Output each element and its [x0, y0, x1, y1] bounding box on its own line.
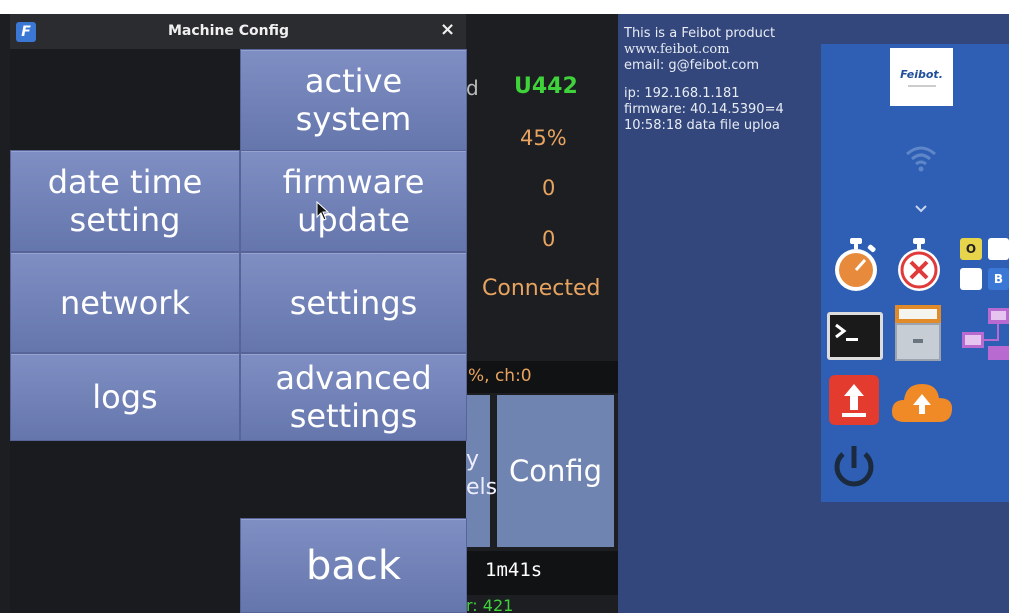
advanced-label-1: advanced — [275, 359, 432, 397]
advanced-settings-button[interactable]: advanced settings — [240, 353, 467, 441]
label-fragment: d — [466, 76, 479, 100]
dialog-title: Machine Config — [168, 23, 290, 39]
active-system-button[interactable]: active system — [240, 49, 467, 151]
info-firmware: firmware: 40.14.5390=4 — [624, 102, 784, 117]
elapsed-time: 1m41s — [485, 559, 543, 581]
mouse-cursor-icon — [316, 201, 330, 221]
active-system-label-1: active — [304, 62, 403, 100]
advanced-label-2: settings — [289, 397, 418, 435]
info-website: www.feibot.com — [624, 42, 730, 57]
logo-text: Feibot. — [900, 67, 943, 81]
config-button[interactable]: Config — [497, 395, 614, 547]
network-computers-icon[interactable] — [958, 306, 1009, 364]
stop-timer-icon[interactable] — [890, 236, 948, 294]
logo-underline — [907, 84, 936, 87]
partial-button-label-line1: y — [466, 447, 480, 472]
stopwatch-icon[interactable] — [827, 236, 885, 294]
close-button[interactable]: × — [440, 19, 455, 40]
terminal-icon[interactable] — [826, 311, 884, 361]
info-upload-log: 10:58:18 data file uploa — [624, 118, 780, 133]
power-icon[interactable] — [827, 440, 881, 494]
blank-key-icon-2[interactable] — [960, 268, 982, 290]
status-bar-text: %, ch:0 — [468, 366, 532, 386]
wifi-icon[interactable] — [901, 138, 941, 178]
info-ip: ip: 192.168.1.181 — [624, 86, 740, 101]
machine-id-value: U442 — [514, 74, 578, 99]
network-button[interactable]: network — [10, 252, 240, 353]
o-key-icon[interactable]: O — [960, 238, 982, 260]
cloud-upload-icon[interactable] — [889, 378, 955, 426]
date-time-setting-button[interactable]: date time setting — [10, 150, 240, 252]
product-info: This is a Feibot product www.feibot.com … — [624, 26, 784, 134]
feibot-logo: Feibot. — [890, 48, 953, 106]
file-cabinet-icon[interactable] — [893, 303, 943, 363]
blank-key-icon[interactable] — [988, 238, 1009, 260]
count-value-b: 0 — [542, 227, 556, 251]
app-logo-icon: F — [16, 22, 36, 42]
connection-status: Connected — [482, 276, 601, 301]
chevron-down-icon[interactable] — [914, 204, 928, 214]
date-time-label-2: setting — [69, 201, 181, 239]
count-value-a: 0 — [542, 176, 556, 200]
firmware-label-2: update — [297, 201, 410, 239]
percent-value: 45% — [520, 126, 567, 150]
upload-icon[interactable] — [828, 374, 880, 426]
active-system-label-2: system — [295, 100, 412, 138]
firmware-update-button[interactable]: firmware update — [240, 150, 467, 252]
firmware-label-1: firmware — [282, 163, 425, 201]
back-button[interactable]: back — [240, 518, 467, 613]
settings-button[interactable]: settings — [240, 252, 467, 353]
partial-button-label-line2: els — [466, 475, 498, 500]
partial-button-label: y els — [466, 446, 497, 502]
info-email: email: g@feibot.com — [624, 58, 760, 73]
date-time-label-1: date time — [47, 163, 203, 201]
logs-button[interactable]: logs — [10, 353, 240, 441]
info-product: This is a Feibot product — [624, 26, 776, 41]
bottom-status-fragment: r: 421 — [466, 596, 514, 615]
b-key-icon[interactable]: B — [988, 268, 1009, 290]
